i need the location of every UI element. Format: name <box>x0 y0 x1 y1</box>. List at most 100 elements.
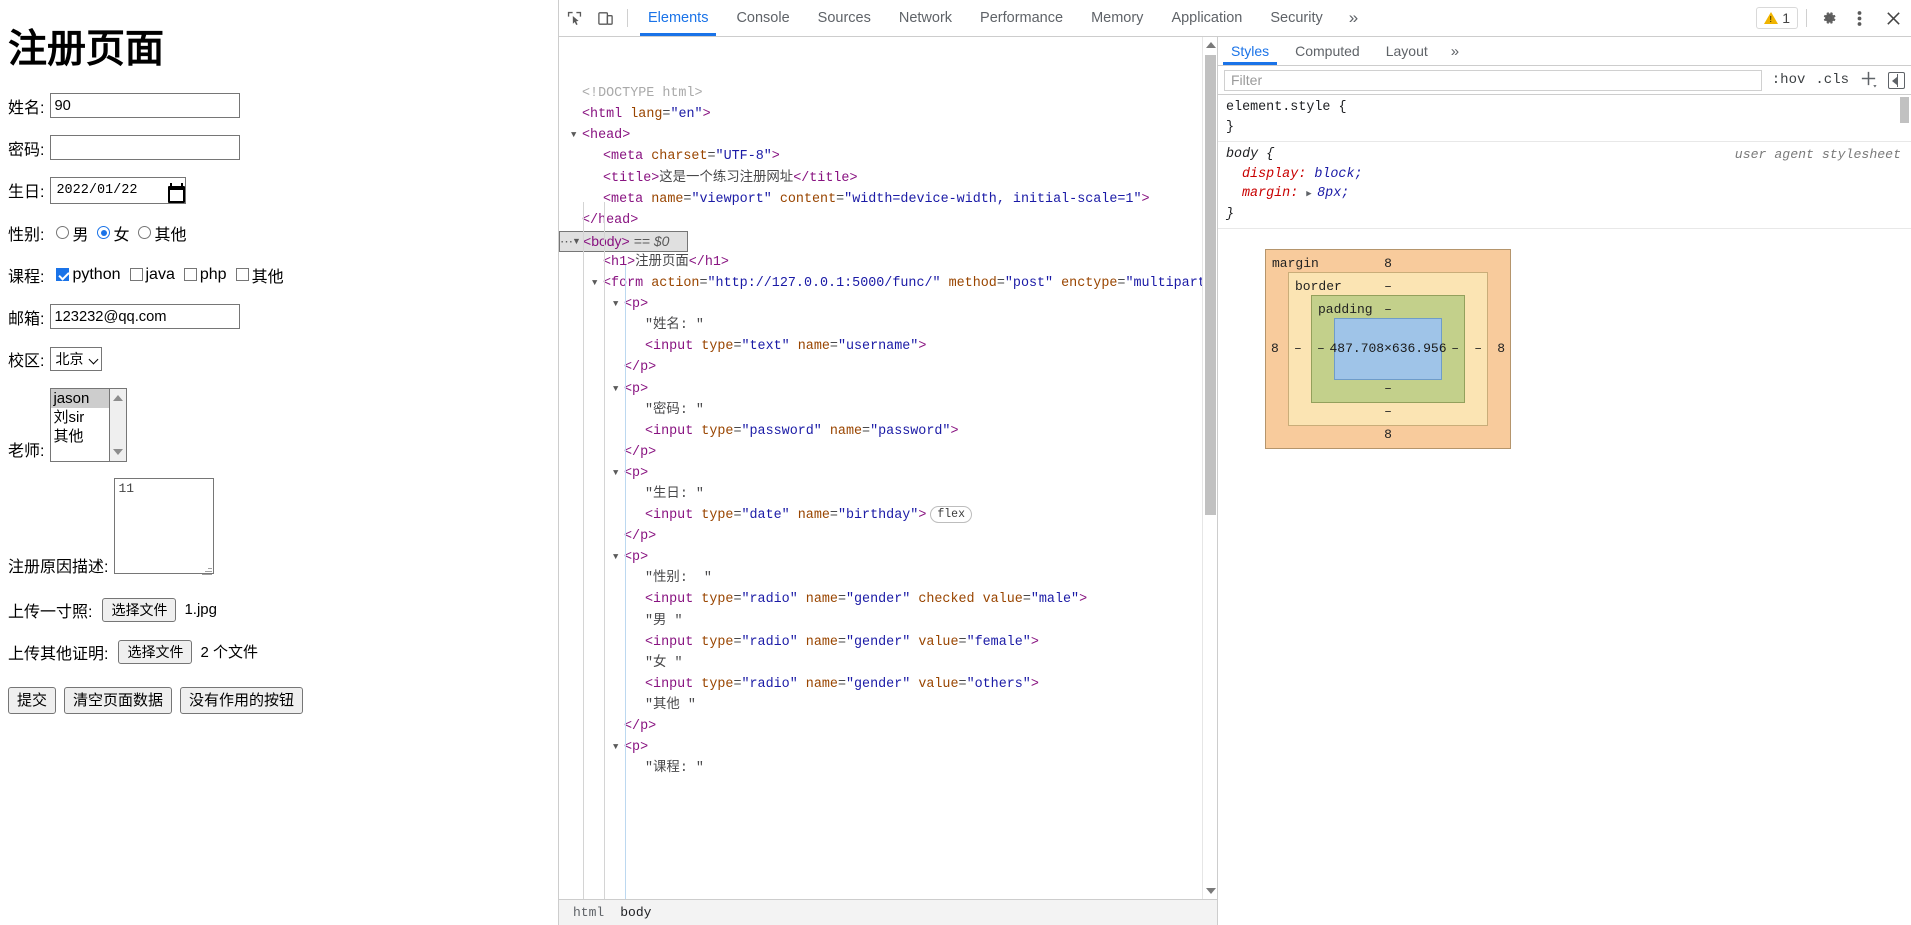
submit-button[interactable]: 提交 <box>8 686 57 714</box>
dom-tree-line[interactable]: ▼"女 " <box>559 653 1217 674</box>
teacher-listbox-scrollbar[interactable] <box>110 387 128 462</box>
dom-tree-line[interactable]: ▼</p> <box>559 716 1217 737</box>
course-option-other[interactable]: 其他 <box>235 263 284 287</box>
dom-scroll-up-icon[interactable] <box>1206 42 1216 48</box>
dom-tree-line[interactable]: ▼</p> <box>559 442 1217 463</box>
border-left-value[interactable]: – <box>1294 273 1302 425</box>
tab-console[interactable]: Console <box>722 0 803 36</box>
dom-tree-line[interactable]: ▼</head> <box>559 210 1217 231</box>
padding-bottom-value[interactable]: – <box>1312 379 1464 399</box>
dom-tree-line[interactable]: ▼<input type="radio" name="gender" check… <box>559 589 1217 610</box>
dom-tree-line[interactable]: ▼"男 " <box>559 611 1217 632</box>
style-property[interactable]: display: block; <box>1226 165 1903 185</box>
style-property-value[interactable]: block; <box>1314 167 1362 182</box>
dom-tree-scrollbar[interactable] <box>1202 37 1217 899</box>
course-option-java[interactable]: java <box>129 266 175 284</box>
dom-tree-line[interactable]: ▼ <p> <box>559 463 1217 484</box>
campus-select[interactable]: 北京 <box>50 346 103 371</box>
twisty-expanded-icon[interactable]: ▼ <box>613 547 624 568</box>
margin-right-value[interactable]: 8 <box>1497 250 1505 448</box>
tab-memory[interactable]: Memory <box>1077 0 1157 36</box>
tab-styles[interactable]: Styles <box>1218 37 1282 65</box>
birthday-date-input[interactable]: 2022/01/22 <box>50 176 187 204</box>
dom-tree-line[interactable]: ▼ <p> <box>559 737 1217 758</box>
twisty-expanded-icon[interactable]: ▼ <box>613 463 624 484</box>
dom-tree-line[interactable]: ▼ <p> <box>559 379 1217 400</box>
margin-left-value[interactable]: 8 <box>1271 250 1279 448</box>
dom-tree-line[interactable]: ▼"生日: " <box>559 484 1217 505</box>
tab-sources[interactable]: Sources <box>804 0 885 36</box>
checkbox-php[interactable] <box>183 268 197 282</box>
gender-option-other[interactable]: 其他 <box>138 221 187 245</box>
border-top-value[interactable]: – <box>1289 277 1487 297</box>
calendar-icon[interactable] <box>168 183 186 204</box>
dom-tree-line[interactable]: ▼"性别: " <box>559 568 1217 589</box>
style-rule-selector[interactable]: element.style { <box>1226 98 1903 118</box>
other-choose-file-button[interactable]: 选择文件 <box>118 639 193 664</box>
more-options-kebab-icon[interactable] <box>1844 0 1875 36</box>
tab-computed[interactable]: Computed <box>1282 37 1373 65</box>
styles-scroll-thumb[interactable] <box>1900 97 1909 123</box>
dom-tree-line[interactable]: ▼<input type="date" name="birthday">flex <box>559 505 1217 526</box>
radio-male[interactable] <box>56 226 70 240</box>
reason-textarea[interactable]: 11 <box>114 477 215 574</box>
dom-tree-line[interactable]: ▼ <form action="http://127.0.0.1:5000/fun… <box>559 273 1217 294</box>
checkbox-java[interactable] <box>129 268 143 282</box>
checkbox-python[interactable] <box>56 268 70 282</box>
margin-bottom-value[interactable]: 8 <box>1266 425 1510 445</box>
style-property[interactable]: margin: ▶ 8px; <box>1226 184 1903 205</box>
name-input[interactable] <box>50 93 241 119</box>
styles-filter-input[interactable]: Filter <box>1224 69 1762 91</box>
useless-button[interactable]: 没有作用的按钮 <box>180 686 304 714</box>
checkbox-other[interactable] <box>235 268 249 282</box>
gender-option-male[interactable]: 男 <box>56 221 88 245</box>
warning-count-badge[interactable]: 1 <box>1756 7 1798 29</box>
course-option-php[interactable]: php <box>183 266 227 284</box>
hover-state-button[interactable]: :hov <box>1772 72 1806 88</box>
margin-top-value[interactable]: 8 <box>1266 254 1510 274</box>
dom-tree-line[interactable]: ▼"姓名: " <box>559 315 1217 336</box>
tab-elements[interactable]: Elements <box>634 0 722 36</box>
close-devtools-icon[interactable] <box>1875 0 1911 36</box>
dom-tree-line[interactable]: ▼ <p> <box>559 547 1217 568</box>
twisty-expanded-icon[interactable]: ▼ <box>613 379 624 400</box>
email-input[interactable] <box>50 304 241 330</box>
tab-performance[interactable]: Performance <box>966 0 1077 36</box>
tab-network[interactable]: Network <box>885 0 966 36</box>
breadcrumb-item-body[interactable]: body <box>620 905 651 920</box>
dom-line-menu-icon[interactable]: ⋯ <box>560 231 574 252</box>
flex-badge[interactable]: flex <box>930 506 972 524</box>
tab-security[interactable]: Security <box>1256 0 1336 36</box>
dom-tree-line[interactable]: ▼"其他 " <box>559 695 1217 716</box>
toggle-computed-sidebar-icon[interactable] <box>1888 71 1905 89</box>
clear-button[interactable]: 清空页面数据 <box>64 686 173 714</box>
styles-more-tabs-chevron-icon[interactable]: » <box>1441 37 1469 65</box>
more-tabs-chevron-icon[interactable]: » <box>1337 0 1370 36</box>
element-classes-button[interactable]: .cls <box>1815 72 1849 88</box>
style-rule[interactable]: body {user agent stylesheet display: bloc… <box>1218 142 1911 229</box>
twisty-expanded-icon[interactable]: ▼ <box>613 294 624 315</box>
dom-tree-line[interactable]: ▼<title>这是一个练习注册网址</title> <box>559 168 1217 189</box>
dom-tree-line[interactable]: ▼<meta name="viewport" content="width=de… <box>559 189 1217 210</box>
padding-box[interactable]: padding – – – –487.708×636.956 <box>1311 295 1465 403</box>
style-property-value[interactable]: 8px; <box>1317 186 1349 201</box>
styles-content[interactable]: element.style {} body {user agent stylesh… <box>1218 95 1911 925</box>
dom-tree[interactable]: ▼<!DOCTYPE html>▼<html lang="en">▼<head>… <box>559 37 1217 899</box>
dom-tree-line[interactable]: ▼<!DOCTYPE html> <box>559 83 1217 104</box>
photo-choose-file-button[interactable]: 选择文件 <box>102 597 177 622</box>
dom-scroll-thumb[interactable] <box>1205 55 1216 515</box>
twisty-expanded-icon[interactable]: ▼ <box>571 125 582 146</box>
tab-application[interactable]: Application <box>1157 0 1256 36</box>
dom-tree-line[interactable]: ▼ <p> <box>559 294 1217 315</box>
scroll-up-arrow-icon[interactable] <box>113 394 124 401</box>
margin-box[interactable]: margin 8 8 8 8 border – – – – padding – – – –487.708×6… <box>1265 249 1511 449</box>
dom-tree-line[interactable]: ⋯ ▼ < body > == $0 <box>559 230 689 252</box>
settings-gear-icon[interactable] <box>1813 0 1844 36</box>
new-style-rule-icon[interactable] <box>1859 69 1878 92</box>
teacher-option-other[interactable]: 其他 <box>51 427 109 446</box>
breadcrumb-item-html[interactable]: html <box>573 905 604 920</box>
gender-option-female[interactable]: 女 <box>97 221 129 245</box>
expand-shorthand-icon[interactable]: ▶ <box>1306 189 1317 199</box>
twisty-expanded-icon[interactable]: ▼ <box>592 273 603 294</box>
password-input[interactable] <box>50 135 241 161</box>
